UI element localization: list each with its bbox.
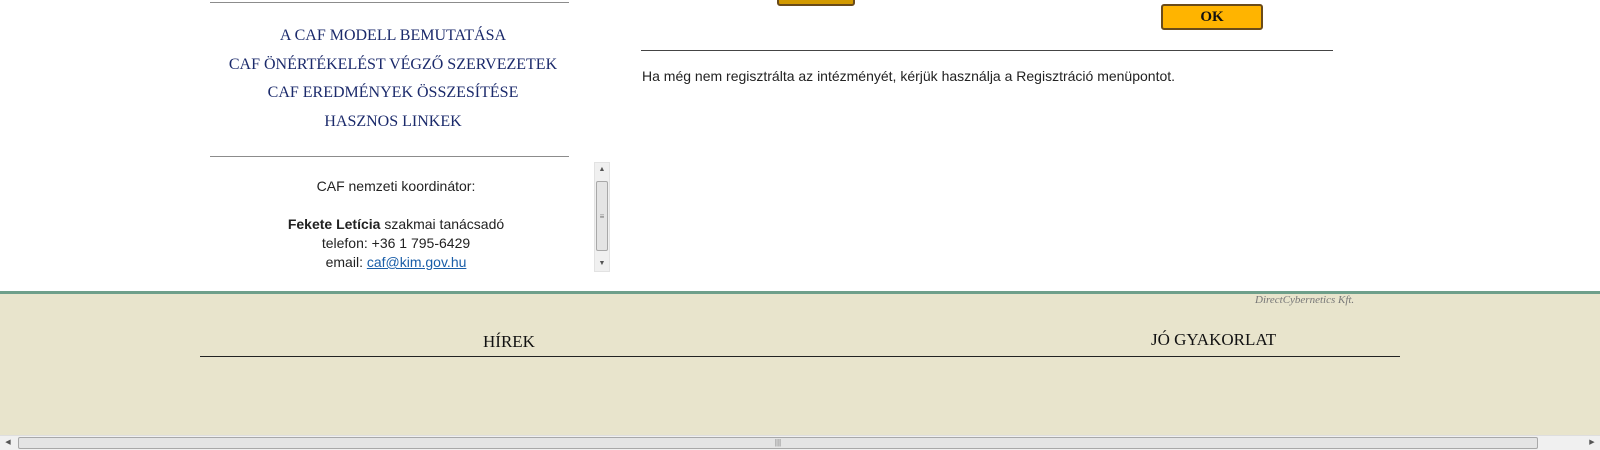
menu-item-results[interactable]: CAF EREDMÉNYEK ÖSSZESÍTÉSE	[210, 79, 576, 108]
menu-item-caf-model[interactable]: A CAF MODELL BEMUTATÁSA	[210, 22, 576, 51]
scroll-down-icon[interactable]: ▼	[595, 257, 609, 271]
coordinator-email-line: email: caf@kim.gov.hu	[210, 253, 582, 270]
scroll-right-icon[interactable]: ▶	[1584, 436, 1600, 450]
coordinator-scrollbar[interactable]: ▲ ≡ ▼	[594, 162, 610, 272]
divider	[210, 2, 569, 3]
coordinator-name: Fekete Letícia	[287, 216, 381, 232]
coordinator-title: CAF nemzeti koordinátor:	[316, 178, 476, 194]
good-practice-heading: JÓ GYAKORLAT	[1151, 330, 1277, 349]
main-menu: A CAF MODELL BEMUTATÁSA CAF ÖNÉRTÉKELÉST…	[210, 22, 576, 136]
email-link[interactable]: caf@kim.gov.hu	[367, 254, 467, 270]
coordinator-phone: telefon: +36 1 795-6429	[321, 235, 471, 251]
news-heading: HÍREK	[483, 332, 535, 351]
page-horizontal-scrollbar[interactable]: ◀ ||| ▶	[0, 435, 1600, 450]
menu-item-links[interactable]: HASZNOS LINKEK	[210, 108, 576, 137]
partial-button[interactable]	[777, 0, 855, 6]
scroll-up-icon[interactable]: ▲	[595, 163, 609, 177]
ok-button[interactable]: OK	[1161, 4, 1263, 30]
menu-item-organizations[interactable]: CAF ÖNÉRTÉKELÉST VÉGZŐ SZERVEZETEK	[210, 51, 576, 80]
footer-credit: DirectCybernetics Kft.	[1255, 294, 1355, 306]
coordinator-box: CAF nemzeti koordinátor: Fekete Letícia …	[210, 165, 582, 270]
coordinator-name-line: Fekete Letícia szakmai tanácsadó	[210, 215, 582, 234]
email-label: email:	[325, 254, 367, 270]
footer-divider	[200, 356, 1400, 357]
divider	[641, 50, 1333, 51]
divider	[210, 156, 569, 157]
scroll-left-icon[interactable]: ◀	[0, 436, 16, 450]
footer	[0, 291, 1600, 438]
coordinator-role: szakmai tanácsadó	[380, 216, 505, 232]
scroll-thumb[interactable]: ≡	[596, 181, 608, 251]
horizontal-scroll-thumb[interactable]: |||	[18, 437, 1538, 449]
registration-notice: Ha még nem regisztrálta az intézményét, …	[642, 68, 1176, 84]
